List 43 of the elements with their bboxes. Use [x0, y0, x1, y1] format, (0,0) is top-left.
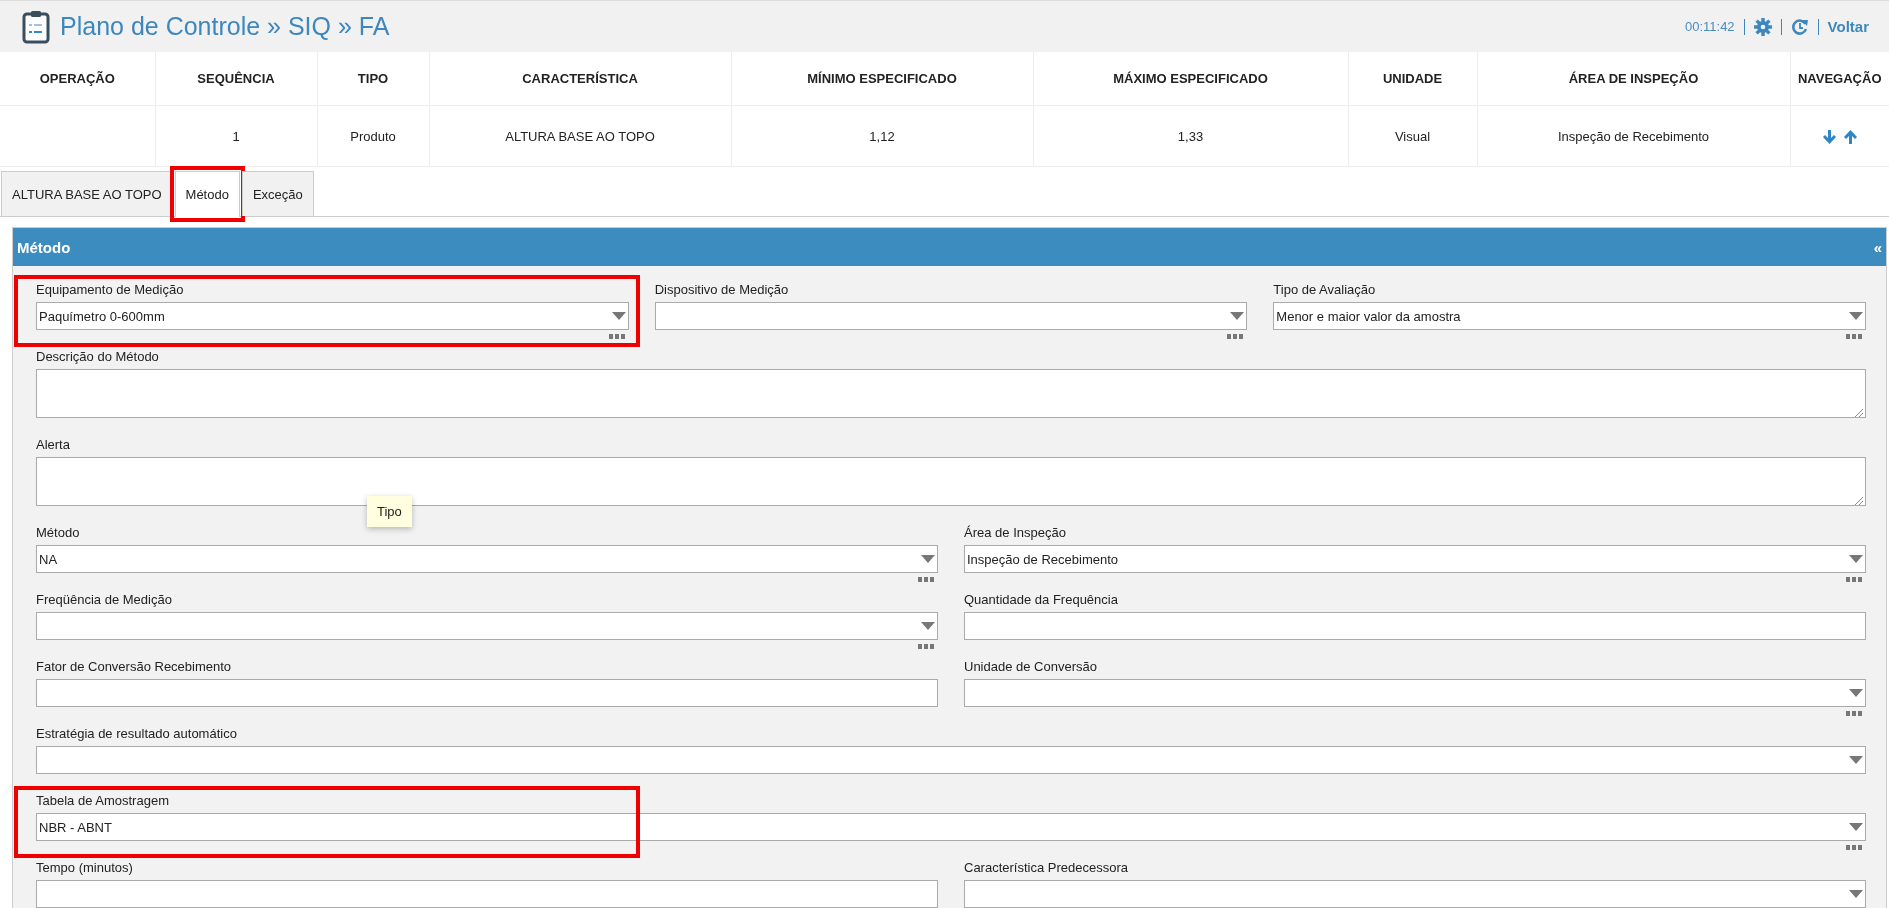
- tab[interactable]: ALTURA BASE AO TOPO: [1, 171, 173, 216]
- dropdown-field[interactable]: NA: [36, 545, 938, 573]
- table-cell: 1: [232, 128, 240, 144]
- field-label: Unidade de Conversão: [964, 659, 1098, 675]
- field-label: Estratégia de resultado automático: [36, 726, 238, 742]
- dropdown-field[interactable]: Menor e maior valor da amostra: [1273, 302, 1866, 330]
- column-header: SEQUÊNCIA: [197, 71, 275, 86]
- column-header: ÁREA DE INSPEÇÃO: [1568, 71, 1699, 86]
- column-header: CARACTERÍSTICA: [522, 71, 638, 86]
- dropdown-field[interactable]: NBR - ABNT: [36, 813, 1866, 841]
- column-header: TIPO: [357, 71, 389, 86]
- field-label: Freqüência de Medição: [36, 592, 173, 608]
- column-header: OPERAÇÃO: [39, 71, 115, 86]
- field-label: Área de Inspeção: [964, 525, 1067, 541]
- column-header: NAVEGAÇÃO: [1797, 71, 1882, 86]
- tooltip: Tipo: [367, 496, 412, 527]
- field-label: Tabela de Amostragem: [36, 793, 170, 809]
- page-title: Plano de Controle » SIQ » FA: [60, 12, 390, 41]
- field-label: Dispositivo de Medição: [654, 282, 790, 298]
- table-cell: Produto: [350, 128, 396, 144]
- column-header: MÍNIMO ESPECIFICADO: [807, 71, 957, 86]
- section-title: Método: [17, 238, 71, 256]
- table-cell: ALTURA BASE AO TOPO: [505, 128, 655, 144]
- field-label: Equipamento de Medição: [36, 282, 185, 298]
- field-label: Característica Predecessora: [964, 860, 1129, 876]
- field-label: Descrição do Método: [36, 349, 160, 365]
- field-label: Método: [36, 525, 81, 541]
- field-label: Fator de Conversão Recebimento: [36, 659, 233, 675]
- tab[interactable]: Exceção: [241, 171, 314, 216]
- table-cell: Visual: [1394, 128, 1431, 144]
- field-label: Quantidade da Frequência: [964, 592, 1119, 608]
- field-label: Tempo (minutos): [36, 860, 134, 876]
- dropdown-field[interactable]: Paquímetro 0-600mm: [36, 302, 629, 330]
- column-header: UNIDADE: [1382, 71, 1443, 86]
- table-cell: 1,12: [869, 128, 895, 144]
- field-label: Alerta: [36, 437, 71, 453]
- collapse-button[interactable]: «: [1873, 238, 1882, 256]
- table-cell: 1,33: [1177, 128, 1204, 144]
- session-timer: 00:11:42: [1684, 19, 1735, 34]
- column-header: MÁXIMO ESPECIFICADO: [1113, 71, 1268, 86]
- dropdown-field[interactable]: Inspeção de Recebimento: [964, 545, 1866, 573]
- table-cell: Inspeção de Recebimento: [1557, 128, 1709, 144]
- field-label: Tipo de Avaliação: [1273, 282, 1377, 298]
